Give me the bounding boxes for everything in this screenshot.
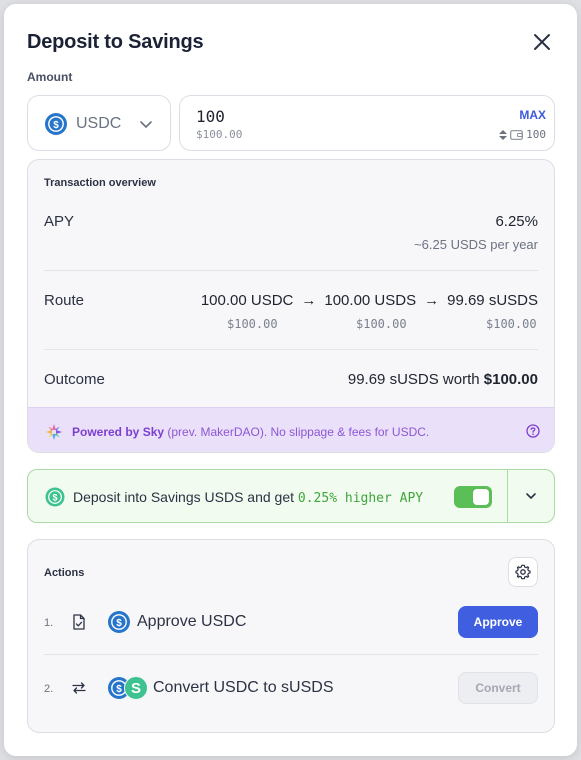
route-step-amount: 99.69 sUSDS: [447, 292, 538, 309]
outcome-label: Outcome: [44, 371, 105, 388]
transaction-overview: Transaction overview APY 6.25% ~6.25 USD…: [27, 159, 555, 453]
outcome-amount: 99.69 sUSDS worth: [347, 371, 480, 388]
wallet-icon: [510, 130, 524, 140]
usdc-icon: $: [44, 112, 68, 141]
swap-arrows-icon: [72, 681, 86, 700]
overview-heading: Transaction overview: [44, 177, 156, 189]
step-label: Approve USDC: [137, 613, 247, 630]
apy-value: 6.25%: [495, 213, 538, 230]
settings-button[interactable]: [508, 557, 538, 587]
token-symbol: USDC: [76, 115, 122, 132]
divider: [44, 654, 538, 655]
balance-value: 100: [526, 128, 546, 141]
powered-brand: Powered by Sky: [72, 425, 165, 439]
arrow-right-icon: →: [301, 292, 317, 309]
amount-input-box[interactable]: 100 $100.00 MAX 100: [179, 95, 555, 151]
amount-input[interactable]: 100: [196, 107, 225, 126]
chevron-down-icon: [138, 116, 154, 137]
step-number: 2.: [44, 683, 54, 695]
svg-text:$: $: [52, 493, 57, 503]
outcome-value: 99.69 sUSDS worth $100.00: [348, 371, 538, 388]
usdc-icon: $: [107, 610, 131, 639]
wallet-balance: 100: [499, 128, 546, 141]
outcome-usd: $100.00: [483, 371, 538, 388]
modal-title: Deposit to Savings: [27, 31, 204, 53]
arrow-right-icon: →: [424, 292, 440, 309]
token-select[interactable]: $ USDC: [27, 95, 171, 151]
powered-detail: (prev. MakerDAO). No slippage & fees for…: [164, 425, 430, 439]
expand-promo-button[interactable]: [508, 470, 554, 522]
apy-label: APY: [44, 213, 75, 230]
deposit-modal: Deposit to Savings Amount $ USDC 100 $10…: [4, 4, 577, 756]
promo-text-prefix: Deposit into Savings USDS and get: [73, 489, 298, 505]
close-icon: [534, 34, 550, 50]
max-button[interactable]: MAX: [519, 108, 546, 122]
route-step-usd: $100.00: [356, 317, 407, 331]
route-label: Route: [44, 292, 85, 309]
route-step-amount: 100.00 USDC: [200, 292, 294, 309]
divider: [44, 349, 538, 350]
toggle-knob: [473, 489, 489, 505]
apy-yearly-estimate: ~6.25 USDS per year: [414, 237, 538, 252]
actions-heading: Actions: [44, 567, 85, 579]
route-step-usd: $100.00: [227, 317, 278, 331]
close-button[interactable]: [530, 30, 554, 54]
susds-icon: S: [124, 676, 148, 705]
approve-button[interactable]: Approve: [458, 606, 538, 638]
svg-text:S: S: [131, 680, 141, 697]
actions-panel: Actions 1. $ Approve USDC Approve 2. $ S…: [27, 539, 555, 733]
step-number: 1.: [44, 617, 54, 629]
svg-text:$: $: [53, 120, 59, 131]
gear-icon: [515, 564, 531, 580]
route-step-amount: 100.00 USDS: [324, 292, 417, 309]
help-circle-icon[interactable]: [526, 424, 540, 443]
promo-text: Deposit into Savings USDS and get 0.25% …: [73, 489, 423, 506]
svg-text:$: $: [116, 618, 122, 629]
divider: [44, 270, 538, 271]
convert-button[interactable]: Convert: [458, 672, 538, 704]
susds-icon: $: [45, 487, 65, 512]
svg-text:$: $: [116, 684, 122, 695]
route-step-usd: $100.00: [486, 317, 537, 331]
document-check-icon: [72, 614, 86, 635]
amount-usd-value: $100.00: [196, 128, 243, 141]
savings-promo-banner: $ Deposit into Savings USDS and get 0.25…: [27, 469, 555, 523]
promo-highlight: 0.25% higher APY: [297, 491, 424, 506]
sort-icon: [499, 129, 508, 140]
sky-logo-icon: [45, 423, 63, 446]
route-steps: 100.00 USDC → 100.00 USDS → 99.69 sUSDS: [201, 292, 538, 309]
step-label: Convert USDC to sUSDS: [153, 679, 334, 696]
powered-by-sky-banner: Powered by Sky (prev. MakerDAO). No slip…: [28, 407, 554, 452]
savings-toggle[interactable]: [454, 486, 492, 508]
powered-text: Powered by Sky (prev. MakerDAO). No slip…: [72, 425, 429, 439]
amount-label: Amount: [27, 70, 73, 84]
chevron-down-icon: [526, 493, 536, 499]
